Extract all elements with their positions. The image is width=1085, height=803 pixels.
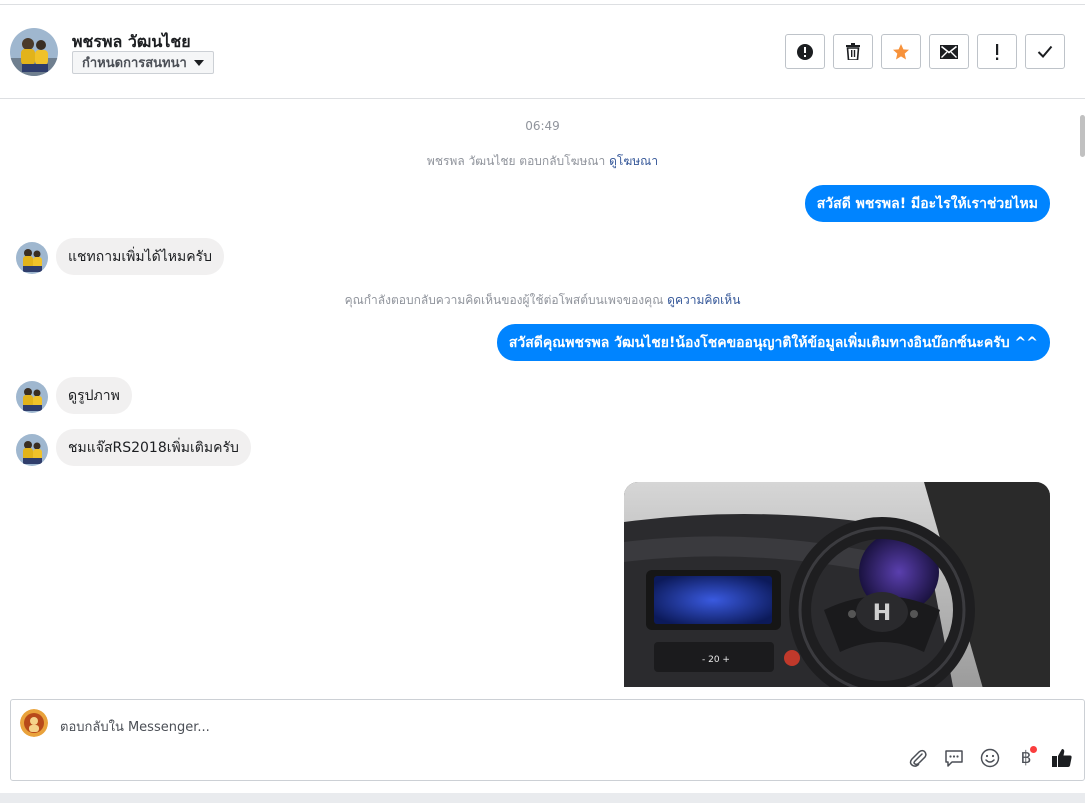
exclamation-icon xyxy=(996,43,999,60)
header-actions xyxy=(785,34,1065,69)
thumbs-up-icon xyxy=(1052,749,1072,767)
emoji-button[interactable] xyxy=(978,746,1002,770)
envelope-icon xyxy=(940,44,958,59)
scrollbar-thumb[interactable] xyxy=(1080,115,1085,157)
system-notice-comment-reply: คุณกำลังตอบกลับความคิดเห็นของผู้ใช้ต่อโพ… xyxy=(0,291,1085,310)
photo-message-car-interior[interactable]: - 20 + H xyxy=(624,482,1050,687)
caret-down-icon xyxy=(193,59,204,66)
like-button[interactable] xyxy=(1050,746,1074,770)
notification-dot xyxy=(1030,746,1037,753)
trash-icon xyxy=(846,43,860,60)
outgoing-message[interactable]: สวัสดีคุณพชรพล วัฒนไชย!น้องโชคขออนุญาติใ… xyxy=(496,324,1050,361)
reply-input[interactable]: ตอบกลับใน Messenger... xyxy=(60,716,210,737)
page-footer-bar xyxy=(0,793,1085,803)
incoming-message[interactable]: ชมแจ๊สRS2018เพิ่มเติมครับ xyxy=(56,429,251,466)
system-notice-ad-reply: พชรพล วัฒนไชย ตอบกลับโฆษณา ดูโฆษณา xyxy=(0,152,1085,171)
svg-text:- 20 +: - 20 + xyxy=(702,655,730,665)
alert-circle-icon xyxy=(797,43,813,60)
view-comment-link[interactable]: ดูความคิดเห็น xyxy=(667,293,740,307)
incoming-message[interactable]: ดูรูปภาพ xyxy=(56,377,132,414)
mark-done-button[interactable] xyxy=(1025,34,1065,69)
spam-button[interactable] xyxy=(785,34,825,69)
view-ad-link[interactable]: ดูโฆษณา xyxy=(609,154,658,168)
conversation-header: พชรพล วัฒนไชย กำหนดการสนทนา xyxy=(0,5,1085,99)
paperclip-icon xyxy=(909,749,927,767)
attach-button[interactable] xyxy=(906,746,930,770)
star-button[interactable] xyxy=(881,34,921,69)
assign-conversation-dropdown[interactable]: กำหนดการสนทนา xyxy=(72,51,214,74)
smiley-icon xyxy=(980,748,1000,768)
mark-unread-button[interactable] xyxy=(929,34,969,69)
contact-avatar-small xyxy=(16,381,48,413)
honda-logo: H xyxy=(873,601,891,626)
system-notice-text: พชรพล วัฒนไชย ตอบกลับโฆษณา xyxy=(426,154,606,168)
payment-button[interactable]: ฿ xyxy=(1014,746,1038,770)
message-thread[interactable]: 06:49 พชรพล วัฒนไชย ตอบกลับโฆษณา ดูโฆษณา… xyxy=(0,99,1085,687)
delete-button[interactable] xyxy=(833,34,873,69)
speech-bubble-icon xyxy=(945,750,963,767)
outgoing-message[interactable]: สวัสดี พชรพล! มีอะไรให้เราช่วยไหม xyxy=(804,185,1050,222)
system-notice-text: คุณกำลังตอบกลับความคิดเห็นของผู้ใช้ต่อโพ… xyxy=(344,293,664,307)
contact-avatar-small xyxy=(16,242,48,274)
follow-up-button[interactable] xyxy=(977,34,1017,69)
composer-tools: ฿ xyxy=(906,746,1074,770)
incoming-message[interactable]: แชทถามเพิ่มได้ไหมครับ xyxy=(56,238,224,275)
message-timestamp: 06:49 xyxy=(525,119,560,133)
reply-composer[interactable]: ตอบกลับใน Messenger... ฿ xyxy=(10,699,1085,781)
assign-conversation-label: กำหนดการสนทนา xyxy=(82,56,187,71)
thread-scrollbar[interactable] xyxy=(1079,99,1085,687)
contact-avatar-small xyxy=(16,434,48,466)
saved-replies-button[interactable] xyxy=(942,746,966,770)
star-icon xyxy=(893,43,909,59)
check-icon xyxy=(1037,45,1053,58)
contact-avatar[interactable] xyxy=(10,28,58,76)
page-avatar xyxy=(20,709,48,737)
